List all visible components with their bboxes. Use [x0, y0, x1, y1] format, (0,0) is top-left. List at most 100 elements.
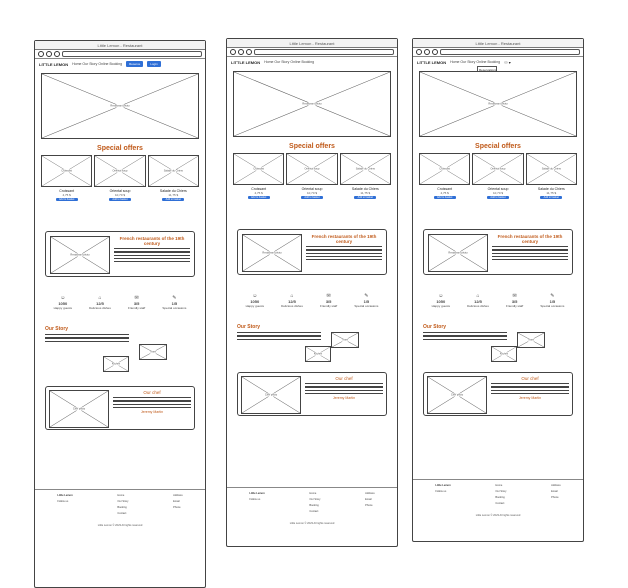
stat-label: Friendly staff: [320, 304, 338, 308]
title-bar: Little Lemon - Restaurant: [227, 39, 397, 48]
footer-email[interactable]: Email: [551, 490, 561, 493]
nav-links[interactable]: Home Our Story Online Booking: [450, 60, 500, 64]
nav-links[interactable]: Home Our Story Online Booking: [264, 60, 314, 64]
restaurant-image: Restaurant photo: [428, 234, 488, 272]
footer-follow[interactable]: Follow us: [57, 500, 72, 503]
site-logo[interactable]: LITTLE LEMON: [417, 60, 446, 65]
offer-image-label: Salade du Chiers: [162, 169, 184, 173]
add-to-basket-button[interactable]: Add to basket: [540, 196, 563, 199]
reload-icon[interactable]: [246, 49, 252, 55]
add-to-basket-button[interactable]: Add to basket: [486, 196, 509, 199]
offer-price: 4,75 $: [440, 191, 449, 195]
nav-links[interactable]: Home Our Story Online Booking: [72, 62, 122, 66]
story-title: Our Story: [45, 326, 69, 332]
restaurant-title: French restaurants of the 19th century: [119, 236, 185, 246]
reserve-button[interactable]: Reserve: [126, 61, 144, 67]
add-to-basket-button[interactable]: Add to basket: [162, 198, 185, 201]
footer-copyright: Little Lemon © 2023 All rights reserved: [289, 522, 335, 525]
add-to-basket-button[interactable]: Add to basket: [354, 196, 377, 199]
restaurant-section: Restaurant photo French restaurants of t…: [423, 229, 573, 275]
footer-address: Address: [173, 494, 183, 497]
text-lines: [114, 248, 190, 263]
site-logo[interactable]: LITTLE LEMON: [39, 62, 68, 67]
url-bar: [413, 48, 583, 57]
footer-link[interactable]: Booking: [495, 496, 506, 499]
offer-price: 10,70 $: [492, 191, 503, 195]
stat-label: Friendly staff: [128, 306, 146, 310]
footer-brand: Little Lemon: [57, 494, 73, 497]
offer-price: 11,75 $: [546, 191, 557, 195]
address-input[interactable]: [254, 49, 394, 55]
address-input[interactable]: [62, 51, 202, 57]
footer-link[interactable]: Contact: [117, 512, 128, 515]
site-footer: Little Lemon Follow us Home Our Story Booki…: [413, 479, 583, 517]
back-icon[interactable]: [416, 49, 422, 55]
add-to-basket-button[interactable]: Add to basket: [433, 196, 456, 199]
footer-link[interactable]: Our Story: [495, 490, 506, 493]
reload-icon[interactable]: [54, 51, 60, 57]
forward-icon[interactable]: [424, 49, 430, 55]
back-icon[interactable]: [230, 49, 236, 55]
forward-icon[interactable]: [46, 51, 52, 57]
stat-item: ✎ 1/5 Special occasions: [354, 293, 378, 308]
stat-item: ✎ 1/5 Special occasions: [540, 293, 564, 308]
offer-image-label: Oriental soup: [111, 169, 129, 173]
chef-section: Chef photo Our chef Jeremy Martin: [45, 386, 195, 430]
footer-link[interactable]: Home: [117, 494, 128, 497]
back-icon[interactable]: [38, 51, 44, 57]
text-lines: [306, 246, 382, 261]
footer-link[interactable]: Our Story: [117, 500, 128, 503]
story-image-1: Team: [517, 332, 545, 348]
footer-email[interactable]: Email: [365, 498, 375, 501]
site-logo[interactable]: LITTLE LEMON: [231, 60, 260, 65]
footer-link[interactable]: Our Story: [309, 498, 320, 501]
restaurant-title: French restaurants of the 19th century: [497, 234, 563, 244]
footer-follow[interactable]: Follow us: [435, 490, 450, 493]
footer-link[interactable]: Contact: [309, 510, 320, 513]
footer-columns: Little Lemon Follow us Home Our Story Booki…: [227, 492, 397, 516]
story-title: Our Story: [237, 324, 261, 330]
add-to-basket-button[interactable]: Add to basket: [247, 196, 270, 199]
story-section: Our Story Team Kitchen: [423, 324, 573, 372]
browser-window: Little Lemon - Restaurant LITTLE LEMON H…: [226, 38, 398, 547]
account-menu-icon[interactable]: ⚇ ▾: [504, 60, 511, 65]
offer-image-label: Salade du Chiers: [540, 167, 562, 171]
footer-copyright: Little Lemon © 2023 All rights reserved: [97, 524, 143, 527]
add-to-basket-button[interactable]: Add to basket: [300, 196, 323, 199]
restaurant-title: French restaurants of the 19th century: [311, 234, 377, 244]
story-image-label: Team: [526, 338, 536, 342]
story-image-2: Kitchen: [491, 346, 517, 362]
login-button[interactable]: Login: [147, 61, 161, 67]
offer-image-label: Oriental soup: [489, 167, 507, 171]
add-to-basket-button[interactable]: Add to basket: [55, 198, 78, 201]
stat-item: ☺ 1050 Happy guests: [54, 295, 72, 310]
chef-section: Chef photo Our chef Jeremy Martin: [237, 372, 387, 416]
chef-text-lines: [491, 383, 569, 395]
footer-email[interactable]: Email: [173, 500, 183, 503]
footer-follow[interactable]: Follow us: [249, 498, 264, 501]
footer-col-links: Home Our Story Booking Contact: [495, 484, 506, 508]
stat-label: Happy guests: [431, 304, 450, 308]
offer-image-label: Croissant: [60, 169, 73, 173]
footer-link[interactable]: Home: [495, 484, 506, 487]
footer-link[interactable]: Booking: [309, 504, 320, 507]
offer-price: 10,70 $: [306, 191, 317, 195]
stat-label: Delicious dishes: [467, 304, 489, 308]
footer-link[interactable]: Booking: [117, 506, 128, 509]
footer-link[interactable]: Home: [309, 492, 320, 495]
reload-icon[interactable]: [432, 49, 438, 55]
offer-price: 4,75 $: [254, 191, 263, 195]
address-input[interactable]: [440, 49, 580, 55]
footer-link[interactable]: Contact: [495, 502, 506, 505]
window-title: Little Lemon - Restaurant: [289, 40, 335, 46]
title-bar: Little Lemon - Restaurant: [413, 39, 583, 48]
offer-image: Oriental soup: [472, 153, 524, 185]
story-image-1: Team: [139, 344, 167, 360]
url-bar: [227, 48, 397, 57]
restaurant-image-label: Restaurant photo: [447, 251, 469, 255]
forward-icon[interactable]: [238, 49, 244, 55]
offers-title: Special offers: [475, 143, 521, 150]
url-bar: [35, 50, 205, 59]
stat-label: Happy guests: [53, 306, 72, 310]
add-to-basket-button[interactable]: Add to basket: [108, 198, 131, 201]
